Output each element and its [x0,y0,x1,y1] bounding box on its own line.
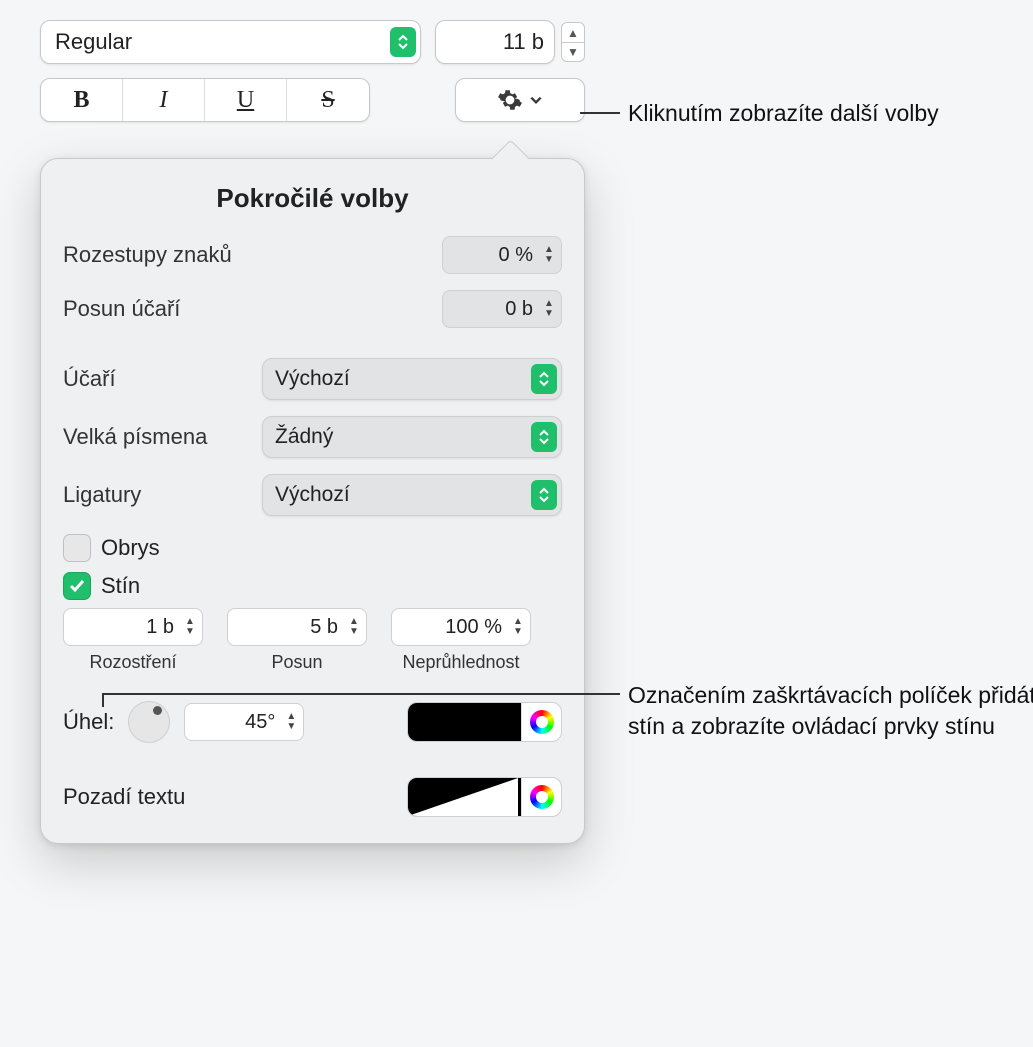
angle-stepper[interactable]: ▲▼ [283,712,299,732]
angle-knob[interactable] [128,701,170,743]
baseline-select[interactable]: Výchozí [262,358,562,400]
gear-icon [497,87,523,113]
angle-field[interactable]: 45° ▲▼ [184,703,304,741]
caps-label: Velká písmena [63,424,262,450]
shadow-checkbox[interactable] [63,572,91,600]
chevron-down-icon [529,93,543,107]
baseline-label: Účaří [63,366,262,392]
popover-title: Pokročilé volby [63,183,562,214]
advanced-options-popover: Pokročilé volby Rozestupy znaků 0 % ▲▼ P… [40,158,585,844]
chevron-updown-icon [531,364,557,394]
font-style-value: Regular [55,29,390,55]
shadow-color-swatch [408,703,521,741]
angle-label: Úhel: [63,709,114,735]
shadow-opacity-stepper[interactable]: ▲▼ [510,617,526,637]
ligatures-select[interactable]: Výchozí [262,474,562,516]
callout-shadow: Označením zaškrtávacích políček přidáte … [628,680,1033,742]
shadow-blur-label: Rozostření [89,652,176,673]
shadow-opacity-label: Neprůhlednost [402,652,519,673]
font-size-stepper[interactable]: ▲ ▼ [561,22,585,62]
char-spacing-label: Rozestupy znaků [63,242,442,268]
chevron-updown-icon [390,27,416,57]
strikethrough-button[interactable]: S [287,79,369,121]
shadow-offset-label: Posun [271,652,322,673]
font-style-dropdown[interactable]: Regular [40,20,421,64]
color-picker-icon[interactable] [521,778,561,816]
shadow-offset-stepper[interactable]: ▲▼ [346,617,362,637]
shadow-color-well[interactable] [407,702,562,742]
baseline-shift-stepper[interactable]: ▲▼ [541,299,557,319]
char-spacing-stepper[interactable]: ▲▼ [541,245,557,265]
chevron-updown-icon [531,422,557,452]
stepper-down-icon[interactable]: ▼ [561,42,585,62]
bold-button[interactable]: B [41,79,123,121]
text-format-toolbar: Regular 11 b ▲ ▼ B I U S [40,20,585,844]
chevron-updown-icon [531,480,557,510]
callout-leader [102,693,104,707]
char-spacing-field[interactable]: 0 % ▲▼ [442,236,562,274]
italic-button[interactable]: I [123,79,205,121]
stepper-up-icon[interactable]: ▲ [561,22,585,42]
outline-label: Obrys [101,535,160,561]
callout-leader [580,112,620,114]
baseline-shift-field[interactable]: 0 b ▲▼ [442,290,562,328]
underline-button[interactable]: U [205,79,287,121]
shadow-label: Stín [101,573,140,599]
shadow-opacity-field[interactable]: 100 % ▲▼ [391,608,531,646]
font-size-field[interactable]: 11 b [435,20,555,64]
advanced-options-button[interactable] [455,78,585,122]
text-style-segmented: B I U S [40,78,370,122]
outline-checkbox[interactable] [63,534,91,562]
caps-select[interactable]: Žádný [262,416,562,458]
font-size-value: 11 b [446,29,550,55]
baseline-shift-label: Posun účaří [63,296,442,322]
text-bg-swatch [408,778,521,816]
shadow-blur-stepper[interactable]: ▲▼ [182,617,198,637]
callout-leader [102,693,620,695]
text-background-label: Pozadí textu [63,784,185,810]
shadow-offset-field[interactable]: 5 b ▲▼ [227,608,367,646]
text-background-color-well[interactable] [407,777,562,817]
shadow-blur-field[interactable]: 1 b ▲▼ [63,608,203,646]
ligatures-label: Ligatury [63,482,262,508]
color-picker-icon[interactable] [521,703,561,741]
callout-gear: Kliknutím zobrazíte další volby [628,98,1033,129]
